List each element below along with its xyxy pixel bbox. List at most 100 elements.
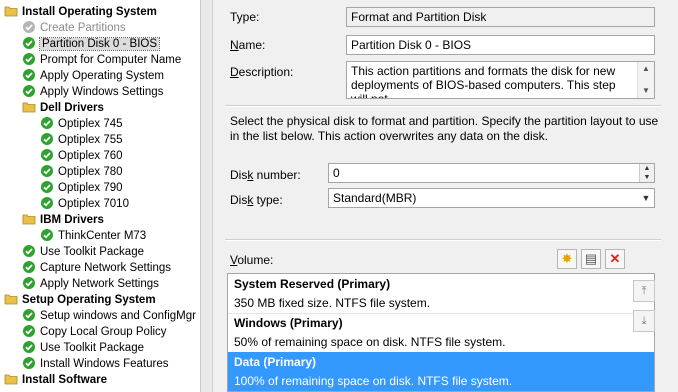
spin-down-icon[interactable]: ▼ [639,173,654,182]
check-icon [22,308,36,322]
tree-step[interactable]: Apply Network Settings [22,276,159,292]
check-icon [22,244,36,258]
volume-list[interactable]: System Reserved (Primary) 350 MB fixed si… [227,273,655,392]
type-label: Type: [230,10,260,24]
tree-step[interactable]: Apply Windows Settings [22,84,163,100]
tree-step[interactable]: Optiplex 790 [40,180,123,196]
check-icon [22,340,36,354]
tree-item-label: Capture Network Settings [40,262,172,274]
scroll-up-icon[interactable]: ▲ [638,62,654,76]
tree-item-label: Apply Windows Settings [40,86,164,98]
scroll-down-icon[interactable]: ▼ [638,84,654,98]
folder-icon [22,212,36,226]
description-label: Description: [230,65,294,79]
tree-item-label: Install Operating System [22,6,157,18]
tree-item-label: ThinkCenter M73 [58,230,147,242]
tree-item-label: Install Software [22,374,107,386]
volume-title: Data (Primary) [234,355,317,369]
check-icon [22,356,36,370]
tree-step[interactable]: Capture Network Settings [22,260,171,276]
volume-title: System Reserved (Primary) [234,277,391,291]
delete-volume-icon[interactable]: ✕ [605,249,625,269]
disk-type-select[interactable]: Standard(MBR) ▼ [328,188,655,208]
tree-step[interactable]: Optiplex 780 [40,164,123,180]
volume-detail: 50% of remaining space on disk. NTFS fil… [234,335,506,349]
tree-group[interactable]: Dell Drivers [22,100,104,116]
tree-item-label: Install Windows Features [40,358,169,370]
folder-icon [4,372,18,386]
tree-step[interactable]: Optiplex 7010 [40,196,129,212]
tree-step[interactable]: Use Toolkit Package [22,340,144,356]
check-icon [40,116,54,130]
tree-item-label: IBM Drivers [40,214,104,226]
tree-item-label: Use Toolkit Package [40,246,144,258]
tree-item-label: Setup Operating System [22,294,156,306]
tree-step[interactable]: Setup windows and ConfigMgr [22,308,196,324]
tree-item-label: Create Partitions [40,22,126,34]
tree-step[interactable]: Use Toolkit Package [22,244,144,260]
check-icon [40,196,54,210]
check-icon [22,324,36,338]
check-icon [22,68,36,82]
volume-detail: 100% of remaining space on disk. NTFS fi… [234,374,513,388]
tree-step[interactable]: Copy Local Group Policy [22,324,167,340]
tree-group[interactable]: Install Operating System [4,4,157,20]
tree-item-label: Optiplex 745 [58,118,123,130]
folder-icon [22,100,36,114]
volume-item[interactable]: Data (Primary) 100% of remaining space on… [228,352,654,391]
tree-group[interactable]: Setup Operating System [4,292,156,308]
task-sequence-tree[interactable]: Install Operating System Create Partition… [0,0,201,392]
name-field[interactable]: Partition Disk 0 - BIOS [346,35,655,55]
tree-item-label: Apply Operating System [40,70,165,82]
check-icon [40,148,54,162]
chevron-down-icon[interactable]: ▼ [638,189,654,207]
tree-step[interactable]: Prompt for Computer Name [22,52,181,68]
tree-step[interactable]: Optiplex 755 [40,132,123,148]
tree-step[interactable]: Apply Operating System [22,68,164,84]
tree-step[interactable]: Partition Disk 0 - BIOS [22,36,161,52]
move-down-icon[interactable]: ⤓ [633,310,655,332]
check-icon [22,36,36,50]
tree-item-label: Optiplex 790 [58,182,123,194]
disk-type-label: Disk type: [230,193,283,207]
tree-item-label: Optiplex 780 [58,166,123,178]
disk-number-spinner[interactable]: 0 ▲ ▼ [328,163,655,183]
description-field[interactable]: This action partitions and formats the d… [346,61,655,99]
tree-item-label: Apply Network Settings [40,278,159,290]
tree-item-label: Prompt for Computer Name [40,54,182,66]
type-field: Format and Partition Disk [346,7,655,27]
volume-detail: 350 MB fixed size. NTFS file system. [234,296,431,310]
instructions-text: Select the physical disk to format and p… [230,114,659,143]
folder-icon [4,4,18,18]
folder-icon [4,292,18,306]
separator [225,239,661,241]
tree-group[interactable]: IBM Drivers [22,212,104,228]
name-label: Name: [230,38,266,52]
check-icon [40,132,54,146]
volume-properties-icon[interactable]: ▤ [581,249,601,269]
description-scrollbar[interactable]: ▲ ▼ [637,62,654,98]
tree-item-label: Copy Local Group Policy [40,326,167,338]
separator [225,105,661,107]
check-icon [22,276,36,290]
volume-label: Volume: [230,253,274,267]
tree-step[interactable]: ThinkCenter M73 [40,228,146,244]
tree-step[interactable]: Create Partitions [22,20,126,36]
tree-step[interactable]: Optiplex 760 [40,148,123,164]
tree-step[interactable]: Optiplex 745 [40,116,123,132]
check-icon [40,164,54,178]
properties-panel: Type: Format and Partition Disk Name: Pa… [213,0,678,392]
check-icon [22,52,36,66]
check-icon [40,228,54,242]
tree-item-label: Partition Disk 0 - BIOS [38,37,161,51]
check-icon [22,84,36,98]
tree-scrollbar[interactable] [201,0,213,392]
disk-number-label: Disk number: [230,168,301,182]
volume-item[interactable]: System Reserved (Primary) 350 MB fixed si… [228,274,654,314]
volume-item[interactable]: Windows (Primary) 50% of remaining space … [228,313,654,353]
tree-item-label: Use Toolkit Package [40,342,144,354]
tree-group[interactable]: Install Software [4,372,107,388]
move-up-icon[interactable]: ⤒ [633,280,655,302]
tree-step[interactable]: Install Windows Features [22,356,168,372]
new-volume-icon[interactable]: ✸ [557,249,577,269]
